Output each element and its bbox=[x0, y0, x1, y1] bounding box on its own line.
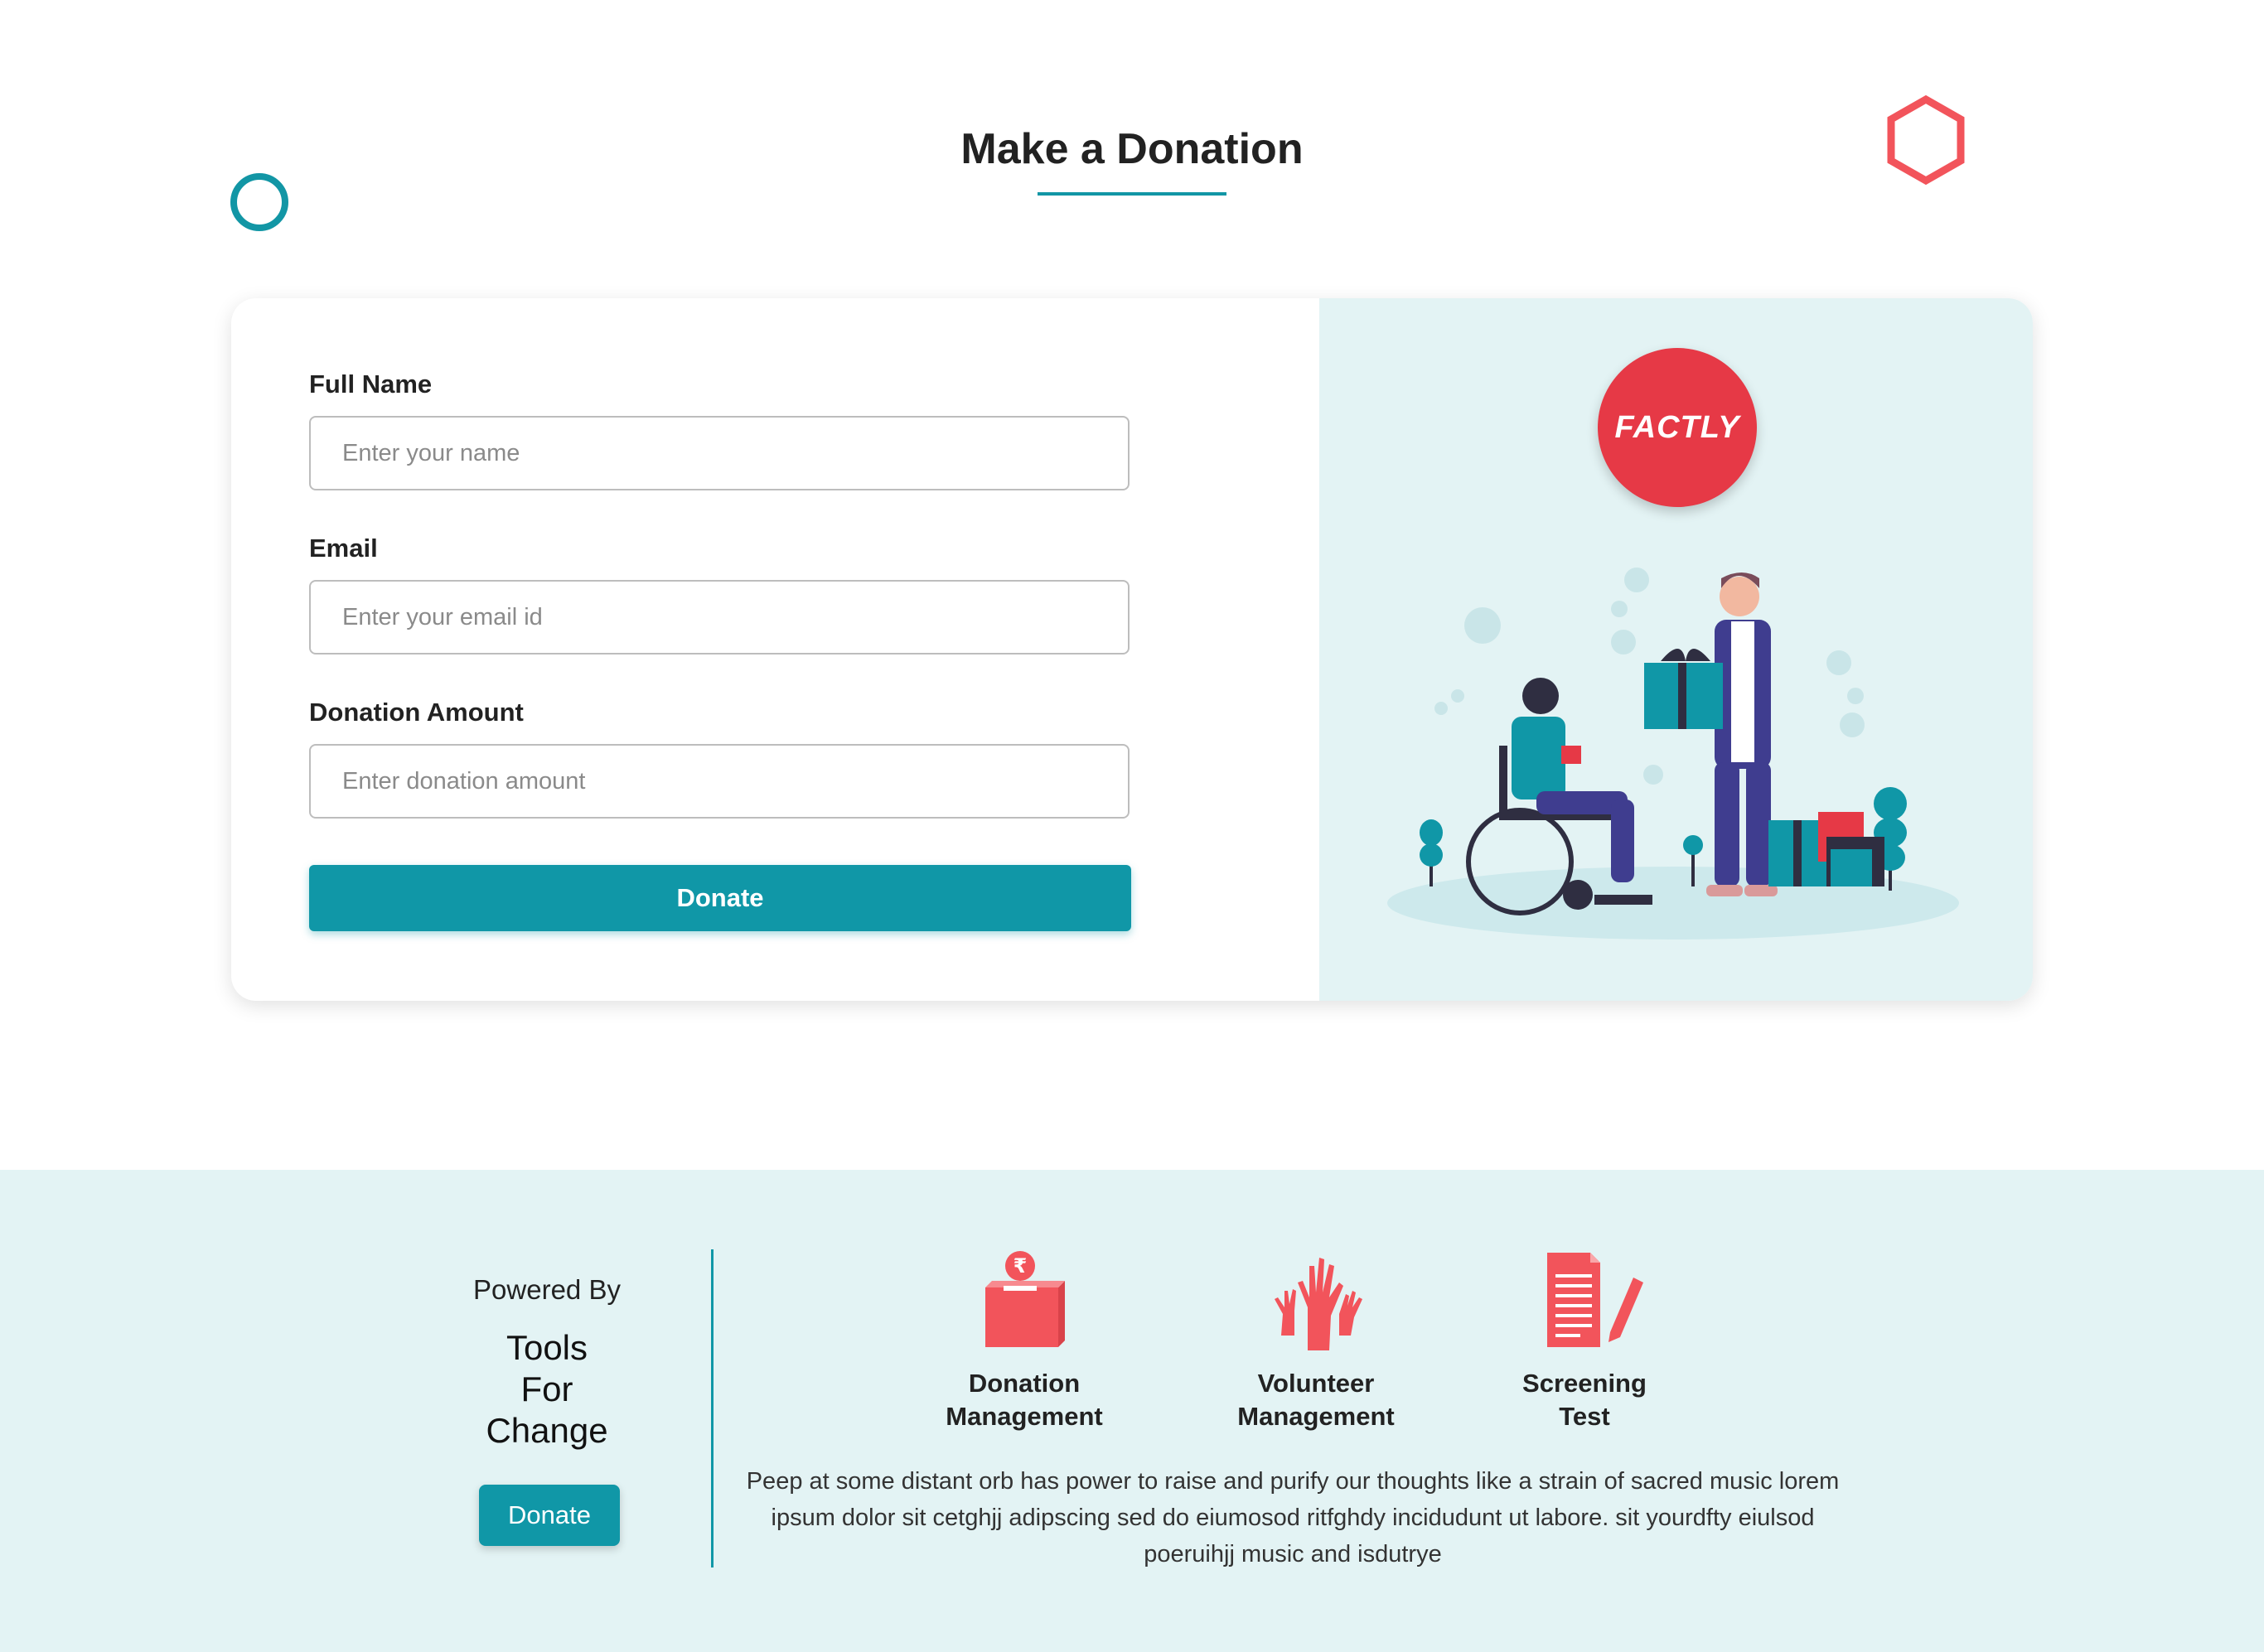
donation-amount-input[interactable] bbox=[309, 744, 1130, 819]
footer-donate-button[interactable]: Donate bbox=[479, 1485, 620, 1546]
donation-amount-label: Donation Amount bbox=[309, 698, 524, 727]
title-underline bbox=[1038, 192, 1226, 196]
feature-volunteer-management: Volunteer Management bbox=[1192, 1249, 1440, 1433]
feature-donation-management: ₹ Donation Management bbox=[900, 1249, 1149, 1433]
feature-screening-test: Screening Test bbox=[1460, 1249, 1709, 1433]
svg-text:₹: ₹ bbox=[1013, 1254, 1028, 1278]
donation-box-icon: ₹ bbox=[985, 1251, 1065, 1347]
donation-illustration bbox=[1387, 568, 1959, 940]
email-input[interactable] bbox=[309, 580, 1130, 655]
full-name-input[interactable] bbox=[309, 416, 1130, 490]
feature-label: Volunteer Management bbox=[1237, 1369, 1395, 1431]
footer-description: Peep at some distant orb has power to ra… bbox=[746, 1468, 1840, 1567]
powered-by-label: Powered By bbox=[473, 1274, 621, 1305]
raised-hands-icon bbox=[1275, 1258, 1362, 1350]
factly-logo: FACTLY bbox=[1598, 348, 1757, 507]
org-name: Tools For Change bbox=[486, 1328, 608, 1450]
document-pencil-icon bbox=[1547, 1253, 1643, 1347]
footer: Powered By Tools For Change Donate ₹ Don… bbox=[0, 1170, 2264, 1652]
footer-divider bbox=[711, 1249, 714, 1567]
decorative-circle bbox=[230, 173, 288, 231]
full-name-label: Full Name bbox=[309, 370, 433, 399]
feature-label: Screening Test bbox=[1522, 1369, 1647, 1431]
feature-label: Donation Management bbox=[946, 1369, 1103, 1431]
donate-button[interactable]: Donate bbox=[309, 865, 1131, 931]
email-label: Email bbox=[309, 534, 378, 563]
donation-card: Full Name Email Donation Amount Donate F… bbox=[231, 298, 2033, 1001]
page-title: Make a Donation bbox=[960, 125, 1304, 173]
